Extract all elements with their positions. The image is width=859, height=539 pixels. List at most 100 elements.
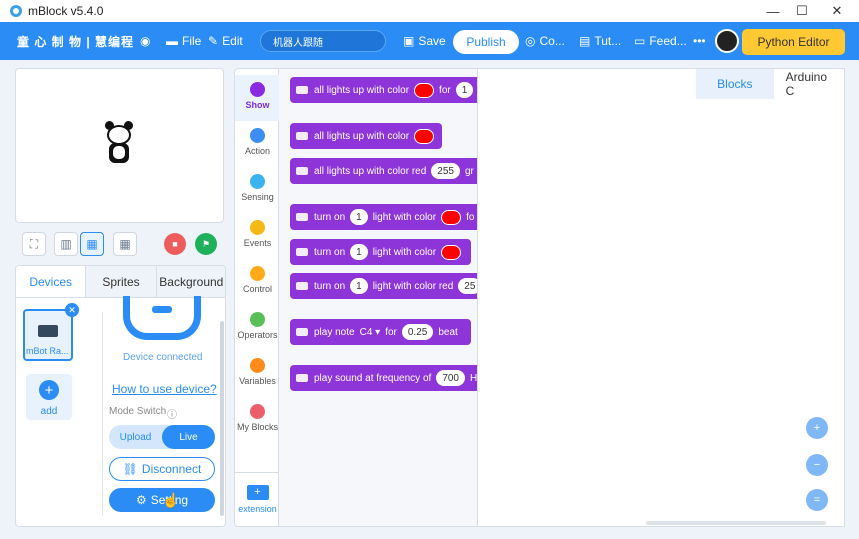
category-variables[interactable]: Variables bbox=[235, 351, 280, 397]
green-flag-button[interactable]: ⚑ bbox=[195, 233, 217, 255]
stop-icon: ■ bbox=[172, 239, 178, 249]
color-picker[interactable] bbox=[414, 82, 435, 98]
file-menu[interactable]: ▬ File bbox=[166, 22, 201, 60]
edit-menu-label: Edit bbox=[222, 34, 243, 48]
block-turn-on-light-color-for[interactable]: turn on 1 light with color fo bbox=[290, 204, 477, 230]
language-button[interactable]: ◉ bbox=[140, 22, 154, 60]
add-device-button[interactable]: + add bbox=[26, 374, 72, 420]
category-sensing[interactable]: Sensing bbox=[235, 167, 280, 213]
tab-sprites[interactable]: Sprites bbox=[86, 266, 157, 297]
block-all-lights-color-for[interactable]: all lights up with color for 1 bbox=[290, 77, 477, 103]
tab-background[interactable]: Background bbox=[156, 266, 225, 297]
category-dot bbox=[250, 312, 265, 327]
remove-device-icon[interactable]: ✕ bbox=[65, 303, 79, 317]
number-input[interactable]: 700 bbox=[436, 370, 465, 386]
live-mode-option[interactable]: Live bbox=[162, 425, 215, 449]
mode-toggle[interactable]: Upload Live bbox=[109, 425, 215, 449]
edit-menu[interactable]: ✎ Edit bbox=[208, 22, 243, 60]
block-turn-on-light-rgb[interactable]: turn on 1 light with color red 25 bbox=[290, 273, 477, 299]
avatar[interactable] bbox=[715, 29, 739, 53]
number-input[interactable]: 0.25 bbox=[401, 324, 434, 340]
block-text: for bbox=[385, 326, 397, 338]
script-area[interactable]: Blocks Arduino C + − = bbox=[478, 68, 845, 527]
horizontal-scrollbar[interactable] bbox=[646, 521, 826, 525]
category-action[interactable]: Action bbox=[235, 121, 280, 167]
publish-button[interactable]: Publish bbox=[453, 30, 519, 54]
project-name-input[interactable]: 机器人跟随 bbox=[260, 30, 386, 52]
courses-button[interactable]: ◎ Co... bbox=[525, 22, 565, 60]
globe-icon: ◉ bbox=[140, 34, 151, 48]
device-card[interactable]: mBot Ra... bbox=[23, 309, 73, 361]
file-menu-label: File bbox=[182, 34, 202, 48]
number-input[interactable]: 1 bbox=[350, 209, 368, 225]
panda-belly bbox=[113, 146, 125, 159]
block-play-note[interactable]: play note C4 ▾ for 0.25 beat bbox=[290, 319, 471, 345]
tab-arduino-c[interactable]: Arduino C bbox=[773, 69, 844, 99]
upload-mode-option[interactable]: Upload bbox=[109, 425, 162, 449]
block-play-frequency[interactable]: play sound at frequency of 700 H bbox=[290, 365, 477, 391]
title-bar: mBlock v5.4.0 — ☐ ✕ bbox=[0, 0, 859, 22]
block-text: play sound at frequency of bbox=[314, 372, 432, 384]
python-editor-button[interactable]: Python Editor bbox=[742, 29, 845, 55]
note-dropdown[interactable]: C4 ▾ bbox=[360, 327, 381, 338]
tutorials-button[interactable]: ▤ Tut... bbox=[579, 22, 621, 60]
category-label: My Blocks bbox=[236, 422, 278, 432]
extension-icon: + bbox=[246, 485, 269, 500]
block-all-lights-color[interactable]: all lights up with color bbox=[290, 123, 442, 149]
small-stage-button[interactable]: ▥ bbox=[54, 232, 78, 256]
eye-icon: ◎ bbox=[525, 34, 536, 48]
number-input[interactable]: 1 bbox=[455, 82, 474, 98]
device-panel-scrollbar[interactable] bbox=[220, 321, 224, 516]
number-input[interactable]: 1 bbox=[350, 244, 368, 260]
feedback-button[interactable]: ▭ Feed... bbox=[634, 22, 687, 60]
color-picker[interactable] bbox=[441, 244, 462, 260]
courses-label: Co... bbox=[539, 34, 565, 48]
help-icon[interactable]: ⓘ bbox=[167, 406, 177, 421]
block-text: play note bbox=[314, 326, 355, 338]
close-icon[interactable]: ✕ bbox=[820, 0, 854, 22]
extension-button[interactable]: + extension bbox=[235, 472, 280, 528]
how-to-use-link[interactable]: How to use device? bbox=[112, 382, 217, 396]
block-turn-on-light-color[interactable]: turn on 1 light with color bbox=[290, 239, 471, 265]
stop-button[interactable]: ■ bbox=[164, 233, 186, 255]
grid-button[interactable]: ▦ bbox=[113, 232, 137, 256]
tab-devices[interactable]: Devices bbox=[16, 266, 87, 297]
number-input[interactable]: 1 bbox=[350, 278, 368, 294]
small-stage-icon: ▥ bbox=[60, 237, 72, 251]
color-picker[interactable] bbox=[441, 209, 462, 225]
color-picker[interactable] bbox=[414, 128, 435, 144]
category-control[interactable]: Control bbox=[235, 259, 280, 305]
zoom-out-icon[interactable]: − bbox=[806, 454, 828, 476]
block-all-lights-rgb[interactable]: all lights up with color red 255 gr bbox=[290, 158, 477, 184]
brand-name: 童 心 制 物 | 慧编程 bbox=[17, 34, 135, 49]
tab-blocks[interactable]: Blocks bbox=[696, 69, 774, 99]
category-label: Operators bbox=[237, 330, 278, 340]
category-operators[interactable]: Operators bbox=[235, 305, 280, 351]
category-events[interactable]: Events bbox=[235, 213, 280, 259]
more-menu[interactable]: ••• bbox=[693, 22, 706, 60]
menu-bar: 童 心 制 物 | 慧编程 ◉ ▬ File ✎ Edit 机器人跟随 ▣ Save … bbox=[0, 22, 859, 60]
block-text: light with color bbox=[372, 246, 437, 258]
category-label: Control bbox=[242, 284, 272, 294]
block-text: all lights up with color red bbox=[314, 165, 427, 177]
category-my-blocks[interactable]: My Blocks bbox=[235, 397, 280, 443]
folder-icon: ▬ bbox=[166, 34, 178, 48]
number-input[interactable]: 255 bbox=[431, 163, 460, 179]
fullscreen-button[interactable]: ⛶ bbox=[22, 232, 46, 256]
number-input[interactable]: 25 bbox=[458, 278, 477, 294]
block-text: gr bbox=[464, 165, 474, 177]
panda-sprite[interactable] bbox=[103, 121, 135, 167]
category-dot bbox=[250, 220, 265, 235]
zoom-in-icon[interactable]: + bbox=[806, 417, 828, 439]
save-button[interactable]: ▣ Save bbox=[403, 22, 446, 60]
speaker-block-icon bbox=[296, 328, 308, 336]
category-show[interactable]: Show bbox=[235, 75, 280, 121]
disconnect-button[interactable]: ⛓ Disconnect bbox=[109, 457, 215, 481]
large-stage-button[interactable]: ▦ bbox=[80, 232, 104, 256]
stage[interactable] bbox=[15, 68, 224, 223]
gear-icon: ⚙ bbox=[135, 493, 147, 507]
extension-label: extension bbox=[238, 504, 277, 514]
feedback-label: Feed... bbox=[649, 34, 687, 48]
maximize-icon[interactable]: ☐ bbox=[785, 0, 819, 22]
zoom-reset-icon[interactable]: = bbox=[806, 489, 828, 511]
